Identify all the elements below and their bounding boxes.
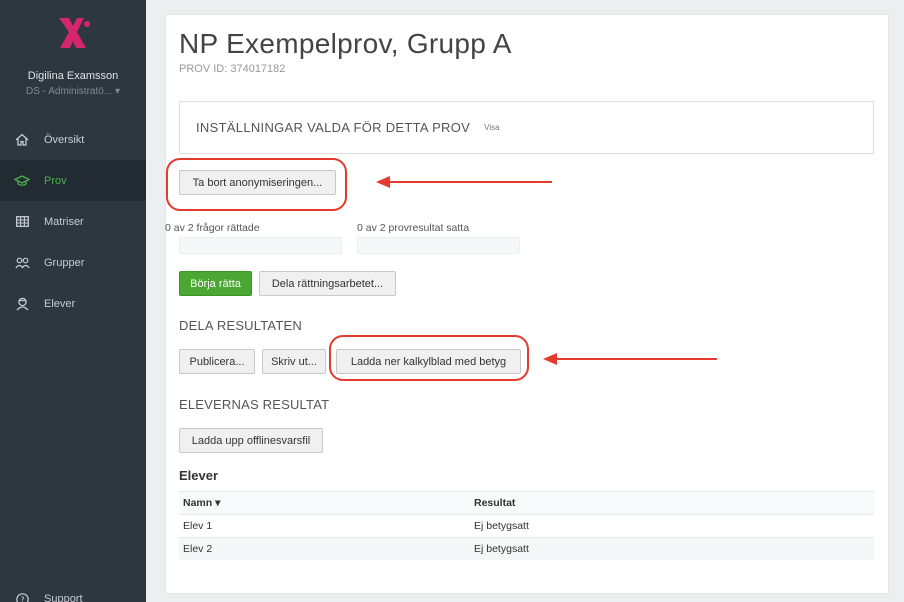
sidebar-item-oversikt[interactable]: Översikt bbox=[0, 119, 146, 160]
download-spreadsheet-button[interactable]: Ladda ner kalkylblad med betyg bbox=[336, 349, 521, 374]
remove-anonymization-button[interactable]: Ta bort anonymiseringen... bbox=[179, 170, 336, 195]
table-header-row: Namn ▾ Resultat bbox=[179, 491, 874, 514]
logo bbox=[59, 18, 90, 48]
publish-button[interactable]: Publicera... bbox=[179, 349, 255, 374]
results-progress-label: 0 av 2 provresultat satta bbox=[357, 222, 470, 234]
start-grading-button[interactable]: Börja rätta bbox=[179, 271, 252, 296]
grid-icon bbox=[0, 216, 44, 227]
sidebar-item-label: Översikt bbox=[44, 133, 85, 146]
sidebar-item-prov[interactable]: Prov bbox=[0, 160, 146, 201]
questions-progress-label: 0 av 2 frågor rättade bbox=[165, 222, 260, 234]
annotation-arrow bbox=[543, 353, 717, 365]
student-icon bbox=[0, 297, 44, 311]
caret-down-icon: ▾ bbox=[114, 86, 120, 97]
sidebar: Digilina Examsson DS - Administratö... ▾… bbox=[0, 0, 146, 602]
sidebar-item-label: Matriser bbox=[44, 215, 84, 228]
result-column-header: Resultat bbox=[474, 497, 516, 509]
questions-progress-bar bbox=[179, 237, 342, 254]
user-role-label: DS - Administratö... bbox=[26, 86, 113, 97]
student-results-heading: ELEVERNAS RESULTAT bbox=[179, 397, 330, 412]
upload-offline-file-button[interactable]: Ladda upp offlinesvarsfil bbox=[179, 428, 323, 453]
sidebar-item-grupper[interactable]: Grupper bbox=[0, 242, 146, 283]
print-button[interactable]: Skriv ut... bbox=[262, 349, 326, 374]
user-name: Digilina Examsson bbox=[27, 70, 119, 82]
user-role-dropdown[interactable]: DS - Administratö... ▾ bbox=[0, 86, 146, 97]
sidebar-item-elever[interactable]: Elever bbox=[0, 283, 146, 324]
annotation-arrow bbox=[376, 176, 552, 188]
students-table: Namn ▾ Resultat Elev 1 Ej betygsatt Elev… bbox=[179, 491, 874, 560]
group-icon bbox=[0, 257, 44, 269]
sidebar-item-support[interactable]: ? Support bbox=[0, 588, 83, 602]
student-result: Ej betygsatt bbox=[474, 543, 529, 555]
sidebar-item-label: Support bbox=[44, 593, 83, 602]
sidebar-item-label: Prov bbox=[44, 174, 67, 187]
share-grading-button[interactable]: Dela rättningsarbetet... bbox=[259, 271, 396, 296]
students-table-heading: Elever bbox=[179, 468, 219, 483]
name-column-header[interactable]: Namn ▾ bbox=[179, 497, 474, 509]
page-title: NP Exempelprov, Grupp A bbox=[179, 28, 512, 59]
table-row[interactable]: Elev 2 Ej betygsatt bbox=[179, 537, 874, 560]
student-name: Elev 1 bbox=[183, 520, 213, 532]
sidebar-item-label: Grupper bbox=[44, 256, 85, 269]
results-progress-bar bbox=[357, 237, 520, 254]
table-row[interactable]: Elev 1 Ej betygsatt bbox=[179, 514, 874, 537]
sidebar-nav: Översikt Prov Matriser Grupper Elever bbox=[0, 119, 146, 324]
settings-panel: INSTÄLLNINGAR VALDA FÖR DETTA PROV Visa bbox=[179, 101, 874, 154]
sidebar-item-matriser[interactable]: Matriser bbox=[0, 201, 146, 242]
settings-title: INSTÄLLNINGAR VALDA FÖR DETTA PROV bbox=[196, 120, 471, 135]
settings-show-link[interactable]: Visa bbox=[484, 123, 499, 132]
graduation-cap-icon bbox=[0, 174, 44, 187]
home-icon bbox=[0, 133, 44, 146]
share-results-heading: DELA RESULTATEN bbox=[179, 318, 302, 333]
student-result: Ej betygsatt bbox=[474, 520, 529, 532]
student-name: Elev 2 bbox=[183, 543, 213, 555]
exam-id: PROV ID: 374017182 bbox=[179, 63, 286, 75]
svg-text:?: ? bbox=[20, 595, 24, 602]
sidebar-item-label: Elever bbox=[44, 297, 76, 310]
help-icon: ? bbox=[0, 592, 44, 602]
